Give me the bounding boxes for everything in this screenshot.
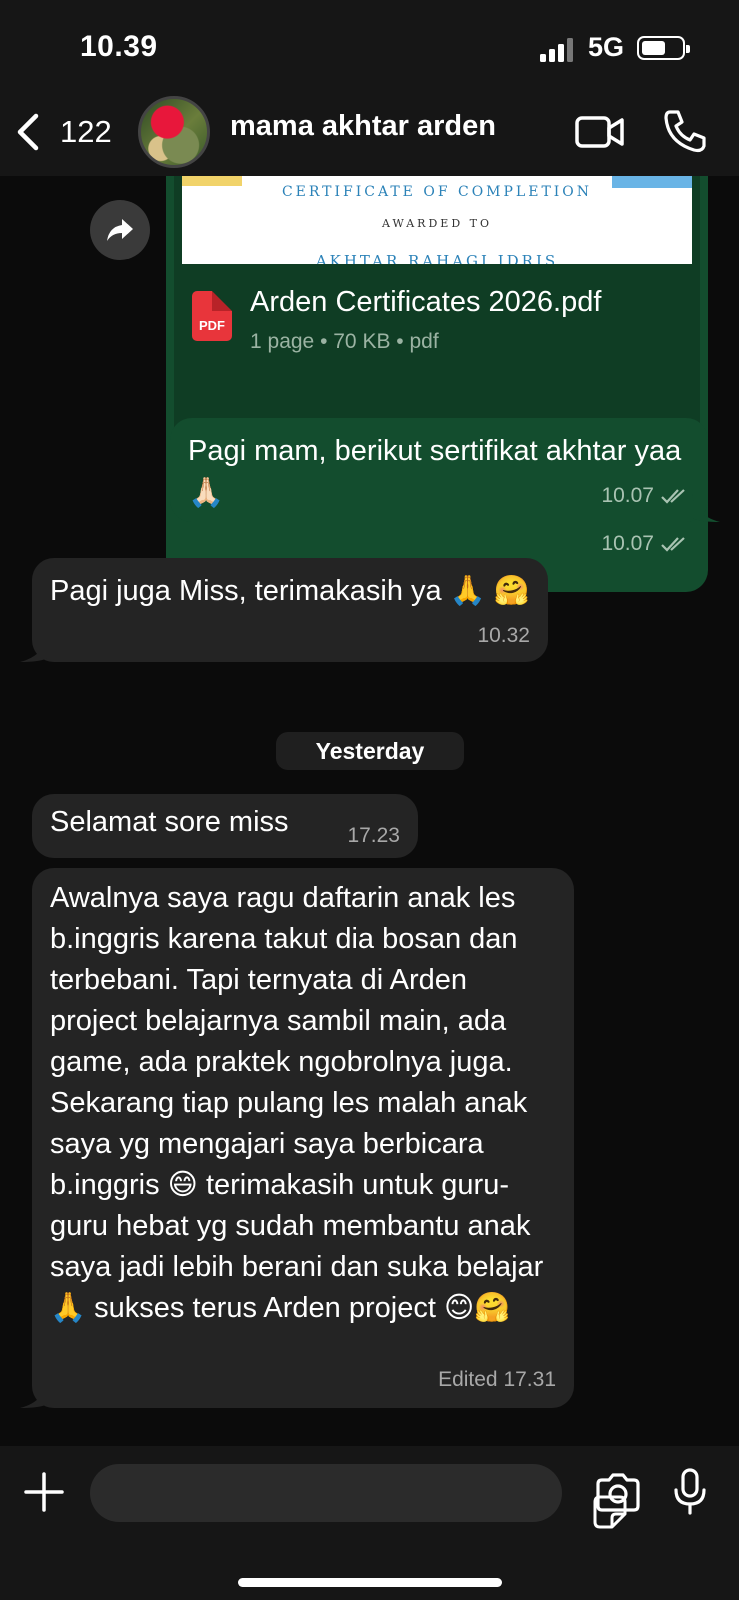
message-text: Pagi juga Miss, terimakasih ya 🙏 🤗 bbox=[50, 575, 530, 607]
cellular-signal-icon bbox=[540, 38, 573, 62]
phone-call-icon[interactable] bbox=[662, 108, 706, 154]
microphone-icon[interactable] bbox=[672, 1468, 708, 1516]
message-bubble-document[interactable]: CERTIFICATE OF COMPLETION AWARDED TO AKH… bbox=[166, 176, 708, 592]
network-type: 5G bbox=[588, 32, 625, 62]
message-bubble-outgoing[interactable]: Pagi mam, berikut sertifikat akhtar yaa … bbox=[170, 418, 708, 522]
message-time: Edited 17.31 bbox=[438, 1368, 556, 1391]
message-text: Awalnya saya ragu daftarin anak les b.in… bbox=[50, 882, 544, 1324]
message-composer bbox=[0, 1446, 739, 1600]
message-input[interactable] bbox=[90, 1464, 627, 1529]
certificate-subtitle: AWARDED TO bbox=[381, 217, 492, 230]
document-preview: CERTIFICATE OF COMPLETION AWARDED TO AKH… bbox=[182, 176, 692, 264]
plus-icon[interactable] bbox=[24, 1472, 64, 1512]
unread-count: 122 bbox=[60, 114, 112, 149]
home-indicator bbox=[238, 1578, 502, 1587]
certificate-name: AKHTAR RAHAGI IDRIS bbox=[315, 252, 559, 264]
chat-header: 122 mama akhtar arden bbox=[0, 90, 739, 176]
forward-button[interactable] bbox=[90, 200, 150, 260]
message-time: 10.07 bbox=[601, 532, 690, 556]
video-call-icon[interactable] bbox=[574, 110, 626, 154]
status-time: 10.39 bbox=[80, 30, 158, 63]
message-bubble-incoming[interactable]: Pagi juga Miss, terimakasih ya 🙏 🤗 10.32 bbox=[32, 558, 548, 662]
message-bubble-incoming[interactable]: Awalnya saya ragu daftarin anak les b.in… bbox=[32, 868, 574, 1408]
message-bubble-incoming[interactable]: Selamat sore miss 17.23 bbox=[32, 794, 418, 858]
bubble-tail bbox=[20, 634, 48, 662]
document-name: Arden Certificates 2026.pdf bbox=[250, 286, 602, 318]
chevron-left-icon bbox=[17, 113, 39, 151]
forward-icon bbox=[107, 219, 133, 241]
message-time: 10.32 bbox=[477, 624, 530, 647]
bubble-tail bbox=[692, 494, 720, 522]
pdf-file-icon: PDF bbox=[192, 291, 232, 341]
double-check-icon bbox=[661, 537, 685, 552]
status-bar: 10.39 5G bbox=[0, 0, 739, 90]
chat-area[interactable]: CERTIFICATE OF COMPLETION AWARDED TO AKH… bbox=[0, 176, 739, 1446]
date-separator: Yesterday bbox=[276, 732, 464, 770]
camera-icon[interactable] bbox=[594, 1472, 642, 1514]
message-text: Selamat sore miss bbox=[50, 806, 289, 838]
back-button[interactable]: 122 bbox=[14, 108, 124, 156]
message-time: 10.07 bbox=[601, 484, 690, 508]
message-time: 17.23 bbox=[347, 824, 400, 847]
battery-icon bbox=[637, 36, 690, 60]
document-meta: 1 page • 70 KB • pdf bbox=[250, 330, 439, 353]
contact-name[interactable]: mama akhtar arden bbox=[230, 110, 496, 143]
bubble-tail bbox=[20, 1380, 48, 1408]
contact-avatar[interactable] bbox=[138, 96, 210, 168]
double-check-icon bbox=[661, 489, 685, 504]
certificate-title: CERTIFICATE OF COMPLETION bbox=[281, 184, 593, 200]
